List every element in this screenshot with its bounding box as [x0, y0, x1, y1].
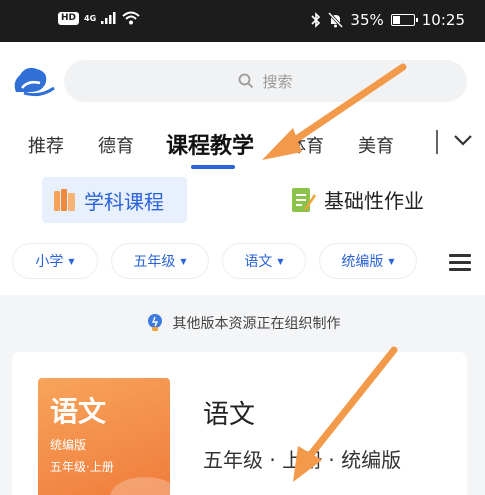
lightbulb-icon	[147, 314, 162, 331]
hamburger-menu-icon[interactable]	[449, 254, 471, 272]
bluetooth-icon	[311, 12, 321, 28]
filter-grade-label: 五年级	[133, 254, 176, 270]
homework-icon	[292, 187, 316, 212]
book-title: 语文	[203, 400, 256, 430]
filter-row: 小学 ▼ 五年级 ▼ 语文 ▼ 统编版 ▼	[0, 243, 485, 281]
network-type: 4G	[84, 13, 97, 23]
caret-down-icon: ▼	[180, 256, 187, 266]
battery-percent: 35%	[350, 11, 384, 29]
notice-text: 其他版本资源正在组织制作	[172, 316, 341, 332]
tab-recommend[interactable]: 推荐	[28, 132, 64, 158]
filter-subject[interactable]: 语文 ▼	[222, 243, 306, 279]
wifi-icon	[122, 11, 140, 25]
search-placeholder: 搜索	[262, 72, 293, 91]
battery-icon	[390, 14, 418, 26]
subtab-subject-courses[interactable]: 学科课程	[42, 177, 187, 223]
subtab-basic-homework[interactable]: 基础性作业	[290, 185, 424, 214]
category-tabs: 推荐 德育 课程教学 体育 美育	[0, 128, 485, 168]
caret-down-icon: ▼	[68, 256, 75, 266]
caret-down-icon: ▼	[277, 256, 284, 266]
subtab-subject-courses-label: 学科课程	[84, 189, 164, 214]
status-left: HD 4G	[58, 11, 140, 25]
tab-sports[interactable]: 体育	[288, 132, 324, 158]
tab-divider	[436, 130, 438, 154]
cover-decoration	[110, 477, 170, 495]
notice-banner: 其他版本资源正在组织制作	[0, 312, 485, 334]
subtab-basic-homework-label: 基础性作业	[324, 189, 424, 213]
clock: 10:25	[421, 11, 465, 29]
book-cover[interactable]: 语文 统编版 五年级·上册	[38, 378, 170, 495]
chevron-down-icon[interactable]	[452, 131, 474, 149]
search-icon	[239, 73, 254, 89]
book-meta: 五年级 · 上册 · 统编版	[203, 448, 402, 472]
tab-moral-education[interactable]: 德育	[98, 132, 134, 158]
mute-bell-icon	[328, 12, 344, 28]
tab-course-teaching[interactable]: 课程教学	[166, 128, 254, 160]
cover-title: 语文	[50, 395, 107, 428]
signal-icon	[101, 12, 116, 24]
caret-down-icon: ▼	[388, 256, 395, 266]
filter-subject-label: 语文	[244, 254, 273, 270]
status-bar: HD 4G 35% 10:25	[0, 0, 485, 42]
filter-stage-label: 小学	[35, 254, 64, 270]
filter-grade[interactable]: 五年级 ▼	[111, 243, 209, 279]
filter-edition[interactable]: 统编版 ▼	[319, 243, 417, 279]
app-logo-icon[interactable]	[10, 62, 56, 98]
active-tab-indicator	[191, 165, 235, 169]
hd-badge: HD	[58, 11, 80, 25]
filter-edition-label: 统编版	[341, 254, 384, 270]
books-icon	[54, 189, 75, 211]
cover-grade: 五年级·上册	[50, 460, 114, 474]
tab-aesthetic-education[interactable]: 美育	[358, 132, 394, 158]
search-bar[interactable]: 搜索	[64, 60, 467, 102]
filter-stage[interactable]: 小学 ▼	[12, 243, 98, 279]
cover-edition: 统编版	[50, 438, 87, 452]
status-right: 35% 10:25	[311, 11, 465, 29]
